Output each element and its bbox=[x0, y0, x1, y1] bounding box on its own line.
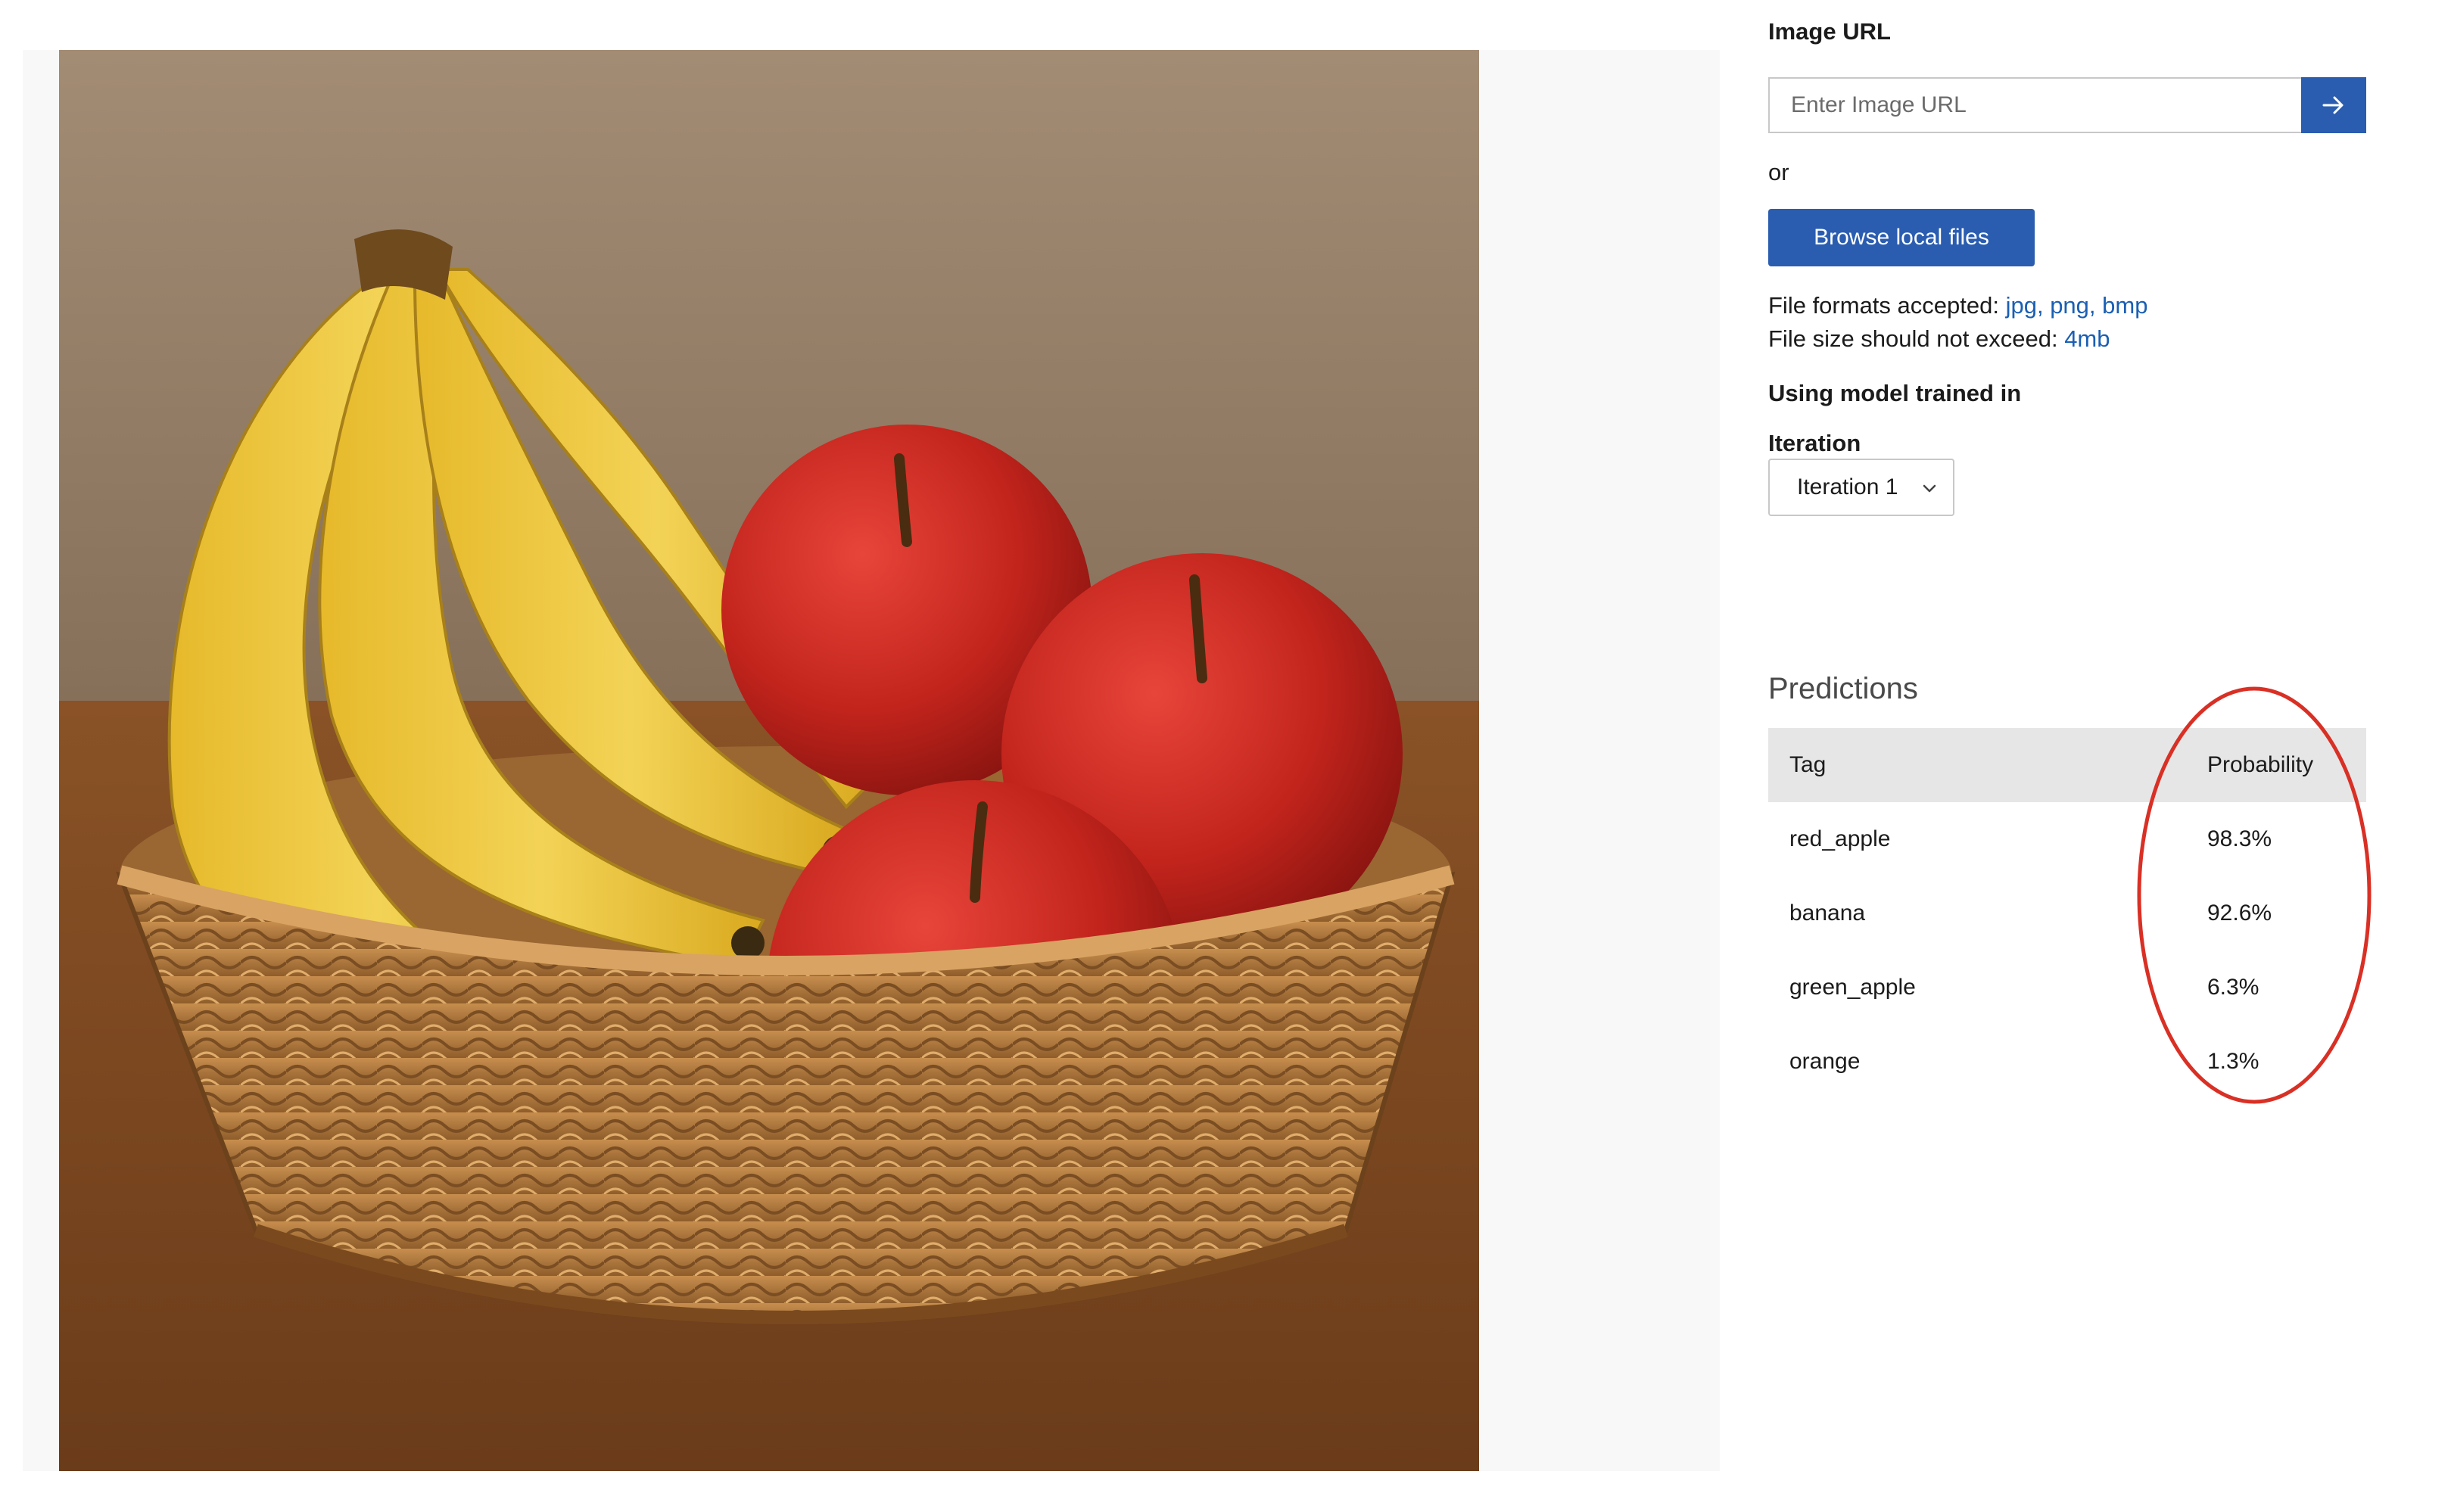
prediction-tag: banana bbox=[1789, 901, 1866, 926]
image-url-input[interactable] bbox=[1768, 77, 2301, 133]
predictions-table-header: Tag Probability bbox=[1768, 728, 2366, 802]
file-formats-value: jpg, png, bmp bbox=[2005, 292, 2148, 319]
prediction-side-panel: Image URL or Browse local files File for… bbox=[1768, 0, 2404, 1512]
prediction-probability: 6.3% bbox=[2207, 975, 2259, 1000]
uploaded-image bbox=[59, 50, 1479, 1471]
file-formats-label: File formats accepted: bbox=[1768, 292, 1999, 319]
prediction-tag: red_apple bbox=[1789, 826, 1891, 851]
table-row: green_apple 6.3% bbox=[1768, 950, 2366, 1025]
prediction-probability: 92.6% bbox=[2207, 901, 2272, 926]
iteration-label: Iteration bbox=[1768, 430, 1861, 456]
prediction-probability: 1.3% bbox=[2207, 1049, 2259, 1074]
browse-local-files-button[interactable]: Browse local files bbox=[1768, 209, 2035, 266]
file-size-value: 4mb bbox=[2064, 325, 2110, 352]
table-row: banana 92.6% bbox=[1768, 876, 2366, 950]
column-header-tag: Tag bbox=[1789, 752, 1827, 777]
prediction-probability: 98.3% bbox=[2207, 826, 2272, 851]
fruit-basket-image bbox=[59, 50, 1479, 1471]
model-trained-label: Using model trained in bbox=[1768, 380, 2022, 406]
column-header-probability: Probability bbox=[2207, 752, 2314, 777]
predictions-title: Predictions bbox=[1768, 672, 1918, 705]
file-size-line: File size should not exceed: 4mb bbox=[1768, 325, 2110, 353]
image-preview-panel bbox=[23, 50, 1720, 1471]
prediction-tag: orange bbox=[1789, 1049, 1861, 1074]
or-separator: or bbox=[1768, 159, 1789, 185]
file-formats-line: File formats accepted: jpg, png, bmp bbox=[1768, 292, 2147, 319]
arrow-right-icon bbox=[2322, 96, 2344, 114]
table-row: red_apple 98.3% bbox=[1768, 802, 2366, 876]
file-size-label: File size should not exceed: bbox=[1768, 325, 2058, 352]
table-row: orange 1.3% bbox=[1768, 1025, 2366, 1099]
iteration-selected-value: Iteration 1 bbox=[1797, 474, 1898, 499]
predictions-table: Tag Probability red_apple 98.3% banana 9… bbox=[1768, 728, 2366, 1099]
image-url-label: Image URL bbox=[1768, 18, 1891, 45]
iteration-select[interactable]: Iteration 1 bbox=[1768, 459, 1954, 516]
submit-url-button[interactable] bbox=[2301, 77, 2366, 133]
chevron-down-icon bbox=[1923, 484, 1936, 493]
prediction-tag: green_apple bbox=[1789, 975, 1916, 1000]
